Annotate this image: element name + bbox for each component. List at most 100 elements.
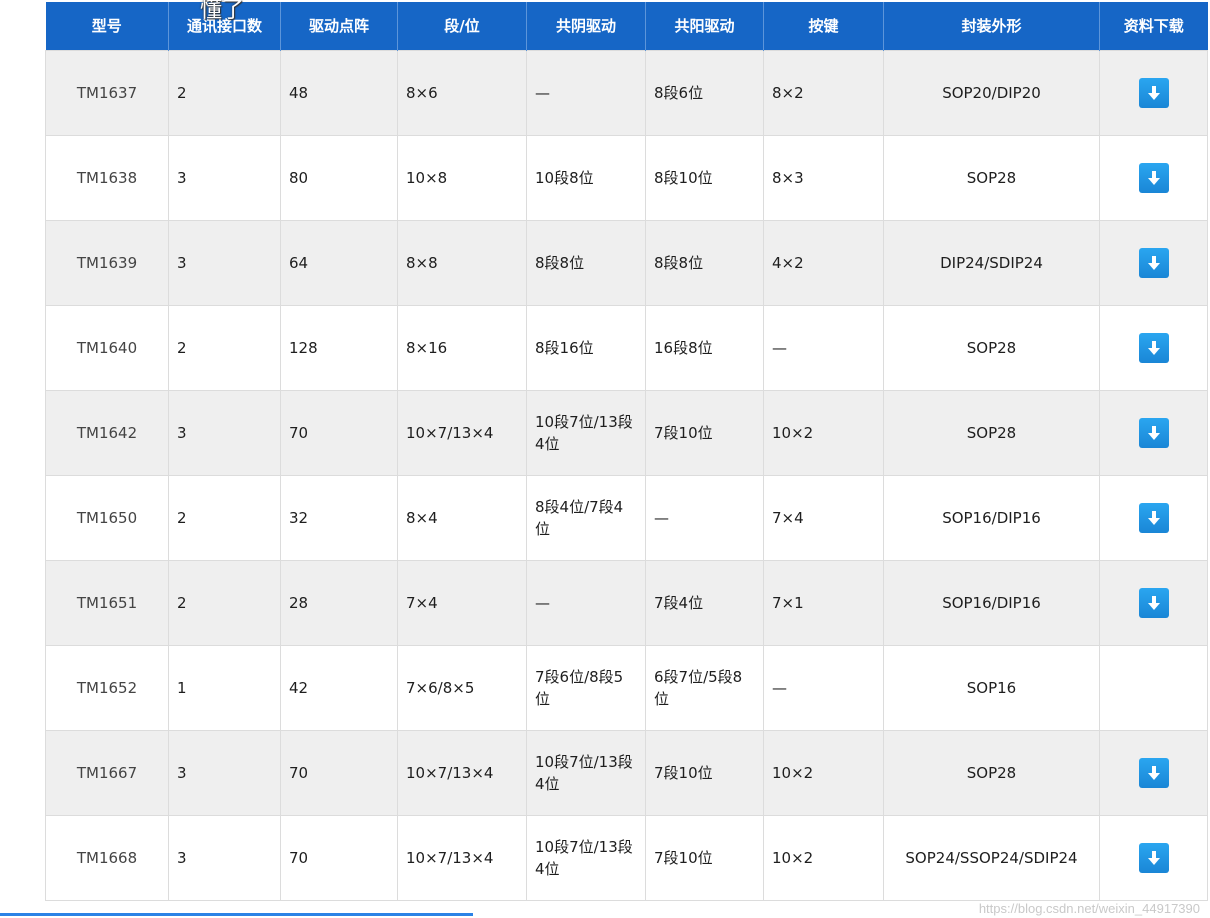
cell-cathode: 7段6位/8段5位 bbox=[526, 644, 646, 731]
cell-keys: 10×2 bbox=[763, 814, 884, 901]
cell-cathode: 10段7位/13段4位 bbox=[526, 389, 646, 476]
cell-download bbox=[1099, 729, 1208, 816]
cell-anode: 6段7位/5段8位 bbox=[645, 644, 764, 731]
cell-keys: 8×3 bbox=[763, 134, 884, 221]
cell-anode: — bbox=[645, 474, 764, 561]
table-row: TM1640 2 128 8×16 8段16位 16段8位 — SOP28 bbox=[45, 304, 1208, 391]
cell-cathode: — bbox=[526, 559, 646, 646]
cell-download bbox=[1099, 219, 1208, 306]
cell-iface: 2 bbox=[168, 474, 281, 561]
cell-cathode: — bbox=[526, 49, 646, 136]
cell-package: SOP24/SSOP24/SDIP24 bbox=[883, 814, 1100, 901]
cell-anode: 8段6位 bbox=[645, 49, 764, 136]
download-icon[interactable] bbox=[1138, 757, 1169, 788]
cell-model: TM1667 bbox=[45, 729, 169, 816]
col-header-package: 封装外形 bbox=[883, 2, 1100, 50]
cell-keys: 7×4 bbox=[763, 474, 884, 561]
col-header-cathode: 共阴驱动 bbox=[526, 2, 646, 50]
cell-cathode: 8段8位 bbox=[526, 219, 646, 306]
col-header-dots: 驱动点阵 bbox=[280, 2, 398, 50]
cell-anode: 7段4位 bbox=[645, 559, 764, 646]
col-header-segpos: 段/位 bbox=[397, 2, 527, 50]
cell-segpos: 8×8 bbox=[397, 219, 527, 306]
cell-keys: 8×2 bbox=[763, 49, 884, 136]
cell-package: SOP28 bbox=[883, 729, 1100, 816]
cell-keys: — bbox=[763, 304, 884, 391]
cell-download bbox=[1099, 644, 1208, 731]
cell-model: TM1650 bbox=[45, 474, 169, 561]
cell-dots: 80 bbox=[280, 134, 398, 221]
cell-dots: 64 bbox=[280, 219, 398, 306]
col-header-keys: 按键 bbox=[763, 2, 884, 50]
cell-package: SOP20/DIP20 bbox=[883, 49, 1100, 136]
cell-download bbox=[1099, 814, 1208, 901]
cell-package: DIP24/SDIP24 bbox=[883, 219, 1100, 306]
cell-dots: 48 bbox=[280, 49, 398, 136]
table-row: TM1668 3 70 10×7/13×4 10段7位/13段4位 7段10位 10×2 SO… bbox=[45, 814, 1208, 901]
cell-download bbox=[1099, 474, 1208, 561]
cell-model: TM1637 bbox=[45, 49, 169, 136]
cell-iface: 3 bbox=[168, 389, 281, 476]
bottom-progress-bar bbox=[0, 913, 473, 916]
cell-model: TM1668 bbox=[45, 814, 169, 901]
download-icon[interactable] bbox=[1138, 332, 1169, 363]
cell-dots: 128 bbox=[280, 304, 398, 391]
cell-keys: — bbox=[763, 644, 884, 731]
cell-keys: 7×1 bbox=[763, 559, 884, 646]
cell-iface: 3 bbox=[168, 134, 281, 221]
cell-dots: 70 bbox=[280, 814, 398, 901]
cell-anode: 7段10位 bbox=[645, 389, 764, 476]
table-row: TM1652 1 42 7×6/8×5 7段6位/8段5位 6段7位/5段8位 — SOP16 bbox=[45, 644, 1208, 731]
cell-dots: 70 bbox=[280, 729, 398, 816]
cell-anode: 7段10位 bbox=[645, 814, 764, 901]
cell-dots: 70 bbox=[280, 389, 398, 476]
cell-model: TM1652 bbox=[45, 644, 169, 731]
cell-segpos: 8×16 bbox=[397, 304, 527, 391]
cell-iface: 3 bbox=[168, 729, 281, 816]
cell-package: SOP28 bbox=[883, 304, 1100, 391]
table-row: TM1637 2 48 8×6—8段6位 8×2 SOP20/DIP20 bbox=[45, 49, 1208, 136]
cell-keys: 10×2 bbox=[763, 729, 884, 816]
table-row: TM1650 2 32 8×4 8段4位/7段4位 —7×4 SOP16/DIP16 bbox=[45, 474, 1208, 561]
cell-dots: 32 bbox=[280, 474, 398, 561]
cell-download bbox=[1099, 559, 1208, 646]
cell-model: TM1640 bbox=[45, 304, 169, 391]
cell-download bbox=[1099, 49, 1208, 136]
cell-anode: 8段10位 bbox=[645, 134, 764, 221]
cell-iface: 2 bbox=[168, 49, 281, 136]
cell-model: TM1638 bbox=[45, 134, 169, 221]
download-icon[interactable] bbox=[1138, 77, 1169, 108]
col-header-model: 型号 bbox=[45, 2, 169, 50]
table-row: TM1642 3 70 10×7/13×4 10段7位/13段4位 7段10位 10×2 SO… bbox=[45, 389, 1208, 476]
cell-dots: 28 bbox=[280, 559, 398, 646]
cell-cathode: 8段4位/7段4位 bbox=[526, 474, 646, 561]
cell-package: SOP16/DIP16 bbox=[883, 559, 1100, 646]
cell-cathode: 10段8位 bbox=[526, 134, 646, 221]
cell-iface: 3 bbox=[168, 219, 281, 306]
download-icon[interactable] bbox=[1138, 842, 1169, 873]
cell-package: SOP28 bbox=[883, 134, 1100, 221]
download-icon[interactable] bbox=[1138, 502, 1169, 533]
table-row: TM1651 2 28 7×4—7段4位 7×1 SOP16/DIP16 bbox=[45, 559, 1208, 646]
cell-model: TM1651 bbox=[45, 559, 169, 646]
cell-iface: 3 bbox=[168, 814, 281, 901]
table-row: TM1667 3 70 10×7/13×4 10段7位/13段4位 7段10位 10×2 SO… bbox=[45, 729, 1208, 816]
cell-download bbox=[1099, 304, 1208, 391]
cell-segpos: 8×6 bbox=[397, 49, 527, 136]
cell-segpos: 10×7/13×4 bbox=[397, 729, 527, 816]
cell-package: SOP16 bbox=[883, 644, 1100, 731]
cell-package: SOP28 bbox=[883, 389, 1100, 476]
download-icon[interactable] bbox=[1138, 417, 1169, 448]
cell-model: TM1642 bbox=[45, 389, 169, 476]
chip-spec-table: 型号 通讯接口数 驱动点阵 段/位 共阴驱动 共阳驱动 按键 封装外形 资料下载 TM1637 2… bbox=[45, 2, 1208, 901]
cell-segpos: 10×7/13×4 bbox=[397, 389, 527, 476]
download-icon[interactable] bbox=[1138, 587, 1169, 618]
overlay-caption: 懂了 bbox=[200, 0, 245, 23]
cell-cathode: 10段7位/13段4位 bbox=[526, 814, 646, 901]
watermark: https://blog.csdn.net/weixin_44917390 bbox=[978, 901, 1200, 916]
download-icon[interactable] bbox=[1138, 162, 1169, 193]
cell-iface: 2 bbox=[168, 559, 281, 646]
cell-cathode: 10段7位/13段4位 bbox=[526, 729, 646, 816]
cell-anode: 16段8位 bbox=[645, 304, 764, 391]
download-icon[interactable] bbox=[1138, 247, 1169, 278]
